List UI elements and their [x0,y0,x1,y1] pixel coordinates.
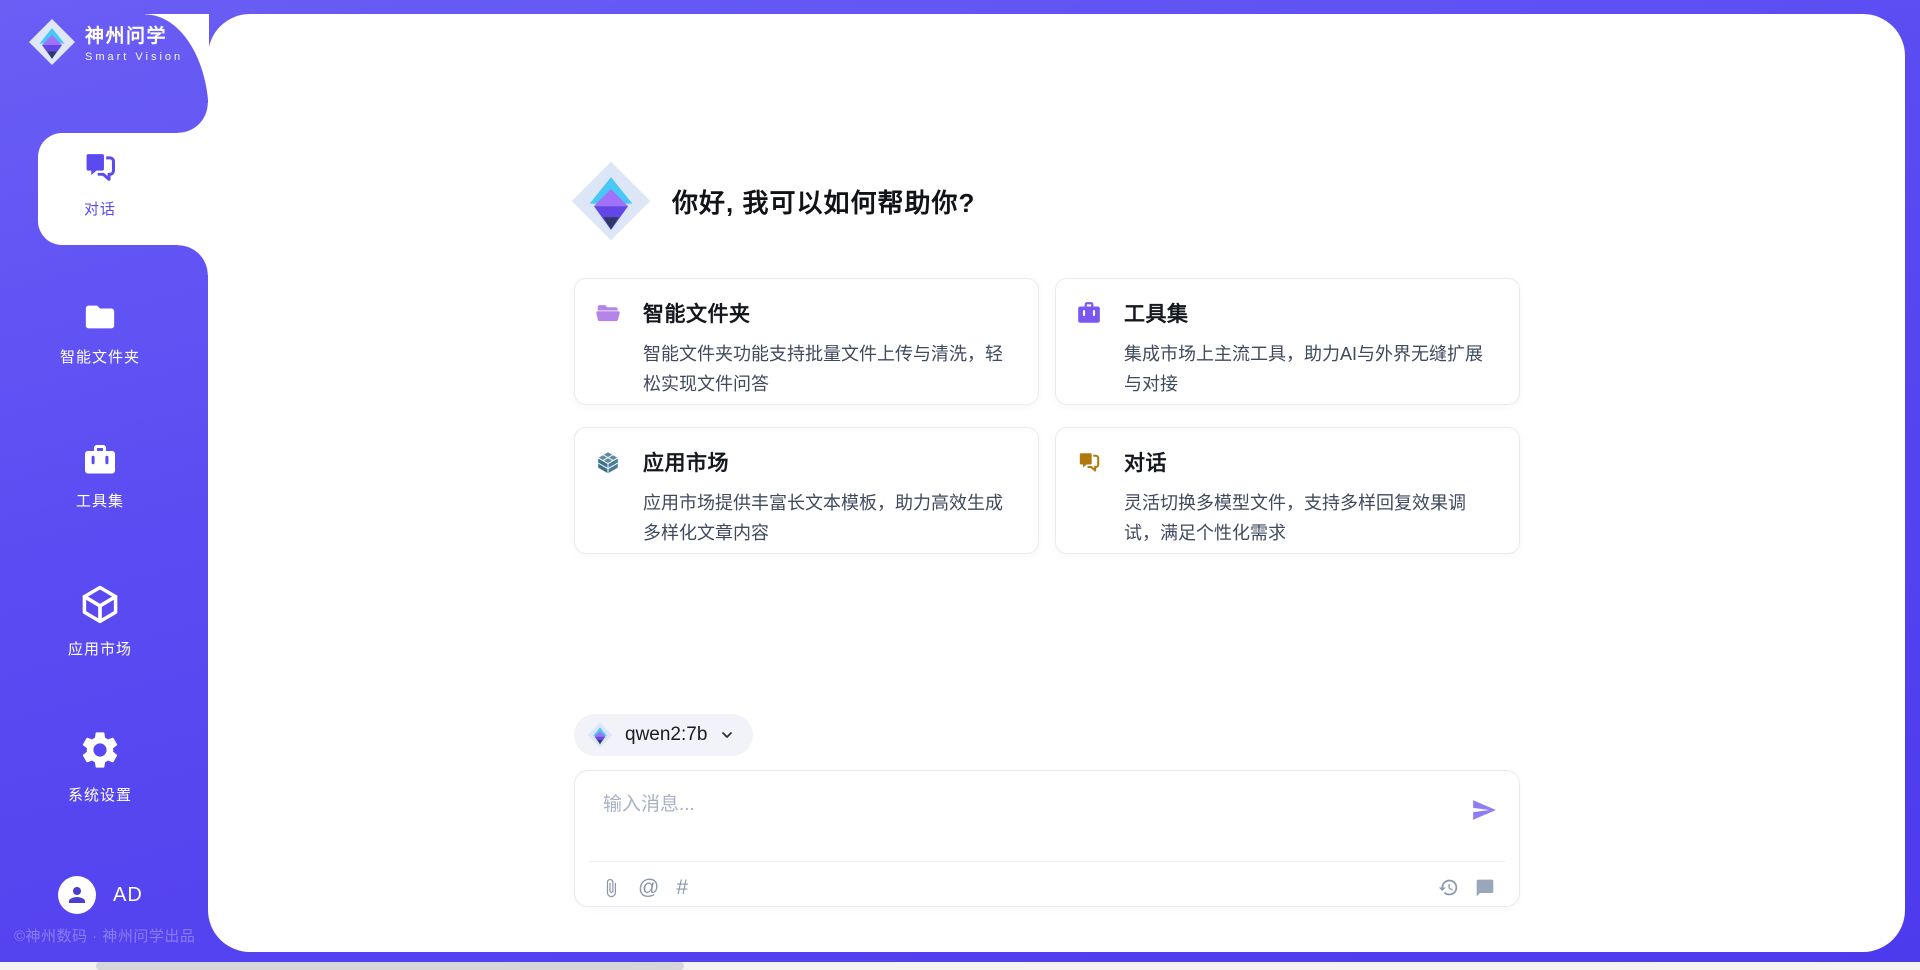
user-name: AD [113,884,143,907]
message-input[interactable] [603,789,1433,821]
sidebar-item-label: 工具集 [76,490,124,511]
diamond-logo-icon [28,18,76,66]
cube-grid-icon [595,449,621,475]
main-panel: 你好, 我可以如何帮助你? 智能文件夹 智能文件夹功能支持批量文件上传与清洗，轻… [208,14,1905,952]
feature-card-toolbox[interactable]: 工具集 集成市场上主流工具，助力AI与外界无缝扩展与对接 [1055,278,1520,405]
avatar [58,876,96,914]
card-description: 应用市场提供丰富长文本模板，助力高效生成多样化文章内容 [643,488,1014,548]
model-name: qwen2:7b [625,724,707,746]
message-composer: @ # [574,770,1520,907]
folder-icon [80,300,120,334]
panel-corner-swoosh [145,14,209,115]
folder-open-icon [595,300,621,326]
diamond-logo-icon [587,722,613,748]
card-description: 集成市场上主流工具，助力AI与外界无缝扩展与对接 [1124,339,1495,399]
card-description: 智能文件夹功能支持批量文件上传与清洗，轻松实现文件问答 [643,339,1014,399]
hashtag-icon[interactable]: # [676,877,688,899]
sidebar-item-app-market[interactable]: 应用市场 [0,582,200,659]
feature-card-app-market[interactable]: 应用市场 应用市场提供丰富长文本模板，助力高效生成多样化文章内容 [574,427,1039,554]
sidebar-item-smart-folder[interactable]: 智能文件夹 [0,300,200,367]
mention-icon[interactable]: @ [638,877,659,899]
sidebar-item-label: 智能文件夹 [60,346,140,367]
greeting-text: 你好, 我可以如何帮助你? [672,183,975,220]
copyright-text: ©神州数码 · 神州问学出品 [14,925,195,946]
feature-card-smart-folder[interactable]: 智能文件夹 智能文件夹功能支持批量文件上传与清洗，轻松实现文件问答 [574,278,1039,405]
chat-icon [1076,449,1102,475]
composer-tools-right [1438,877,1495,898]
sidebar-item-label: 应用市场 [68,638,132,659]
toolbox-icon [1076,300,1102,326]
composer-tools-left: @ # [601,877,688,899]
horizontal-scrollbar-track[interactable] [0,962,1920,970]
card-title: 对话 [1124,447,1167,477]
app-root: 神州问学 Smart Vision 对话 智能文件夹 工具集 [0,0,1920,970]
composer-divider [589,861,1505,862]
tab-fillet-bottom [178,245,208,275]
card-title: 智能文件夹 [643,298,751,328]
chat-bubble-icon[interactable] [1475,878,1495,898]
send-icon[interactable] [1471,797,1497,823]
attach-icon[interactable] [601,878,621,898]
diamond-logo-icon [570,160,652,242]
sidebar-item-toolbox[interactable]: 工具集 [0,442,200,511]
sidebar-item-label: 对话 [84,198,116,219]
toolbox-icon [81,442,119,478]
chat-icon [81,148,119,186]
card-title: 应用市场 [643,447,729,477]
greeting-block: 你好, 我可以如何帮助你? [570,160,975,242]
sidebar-item-chat[interactable]: 对话 [0,148,200,219]
model-selector[interactable]: qwen2:7b [574,714,753,756]
feature-card-chat[interactable]: 对话 灵活切换多模型文件，支持多样回复效果调试，满足个性化需求 [1055,427,1520,554]
chevron-down-icon [719,727,735,743]
user-profile[interactable]: AD [58,876,143,914]
gear-icon [78,728,122,772]
history-icon[interactable] [1438,877,1459,898]
horizontal-scrollbar-thumb[interactable] [96,962,684,970]
card-description: 灵活切换多模型文件，支持多样回复效果调试，满足个性化需求 [1124,488,1495,548]
sidebar-item-label: 系统设置 [68,784,132,805]
card-title: 工具集 [1124,298,1189,328]
person-icon [65,883,89,907]
feature-cards: 智能文件夹 智能文件夹功能支持批量文件上传与清洗，轻松实现文件问答 工具集 集成… [574,278,1520,554]
cube-icon [78,582,122,626]
sidebar-item-settings[interactable]: 系统设置 [0,728,200,805]
